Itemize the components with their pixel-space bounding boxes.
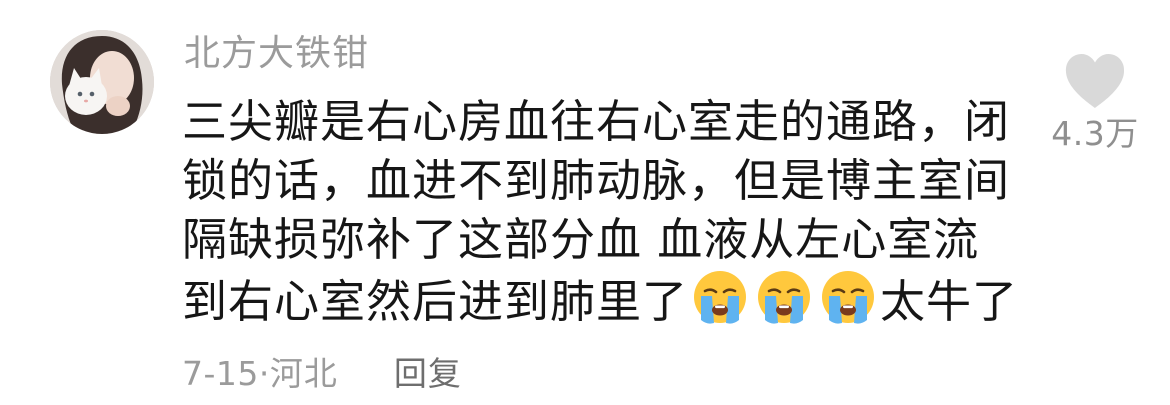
- comment-location: 河北: [269, 354, 338, 393]
- like-count: 4.3万: [1051, 114, 1139, 153]
- like-button[interactable]: 4.3万: [1040, 52, 1150, 154]
- author-name[interactable]: 北方大铁钳: [184, 32, 369, 76]
- comment-item: 北方大铁钳 三尖瓣是右心房血往右心室走的通路，闭锁的话，血进不到肺动脉，但是博主…: [0, 0, 1170, 405]
- loudly-crying-face-icon: [822, 271, 875, 324]
- avatar[interactable]: [50, 30, 154, 134]
- avatar-image: [50, 30, 154, 134]
- comment-meta: 7-15· 河北 回复: [182, 352, 462, 396]
- loudly-crying-face-icon: [694, 271, 747, 324]
- heart-icon: [1065, 54, 1125, 108]
- comment-text-tail: 太牛了: [880, 275, 1019, 328]
- comment-text: 三尖瓣是右心房血往右心室走的通路，闭锁的话，血进不到肺动脉，但是博主室间隔缺损弥…: [182, 92, 1022, 331]
- loudly-crying-face-icon: [758, 271, 811, 324]
- reply-button[interactable]: 回复: [394, 352, 462, 396]
- comment-date: 7-15·: [182, 354, 270, 393]
- emoji-group: [692, 269, 876, 325]
